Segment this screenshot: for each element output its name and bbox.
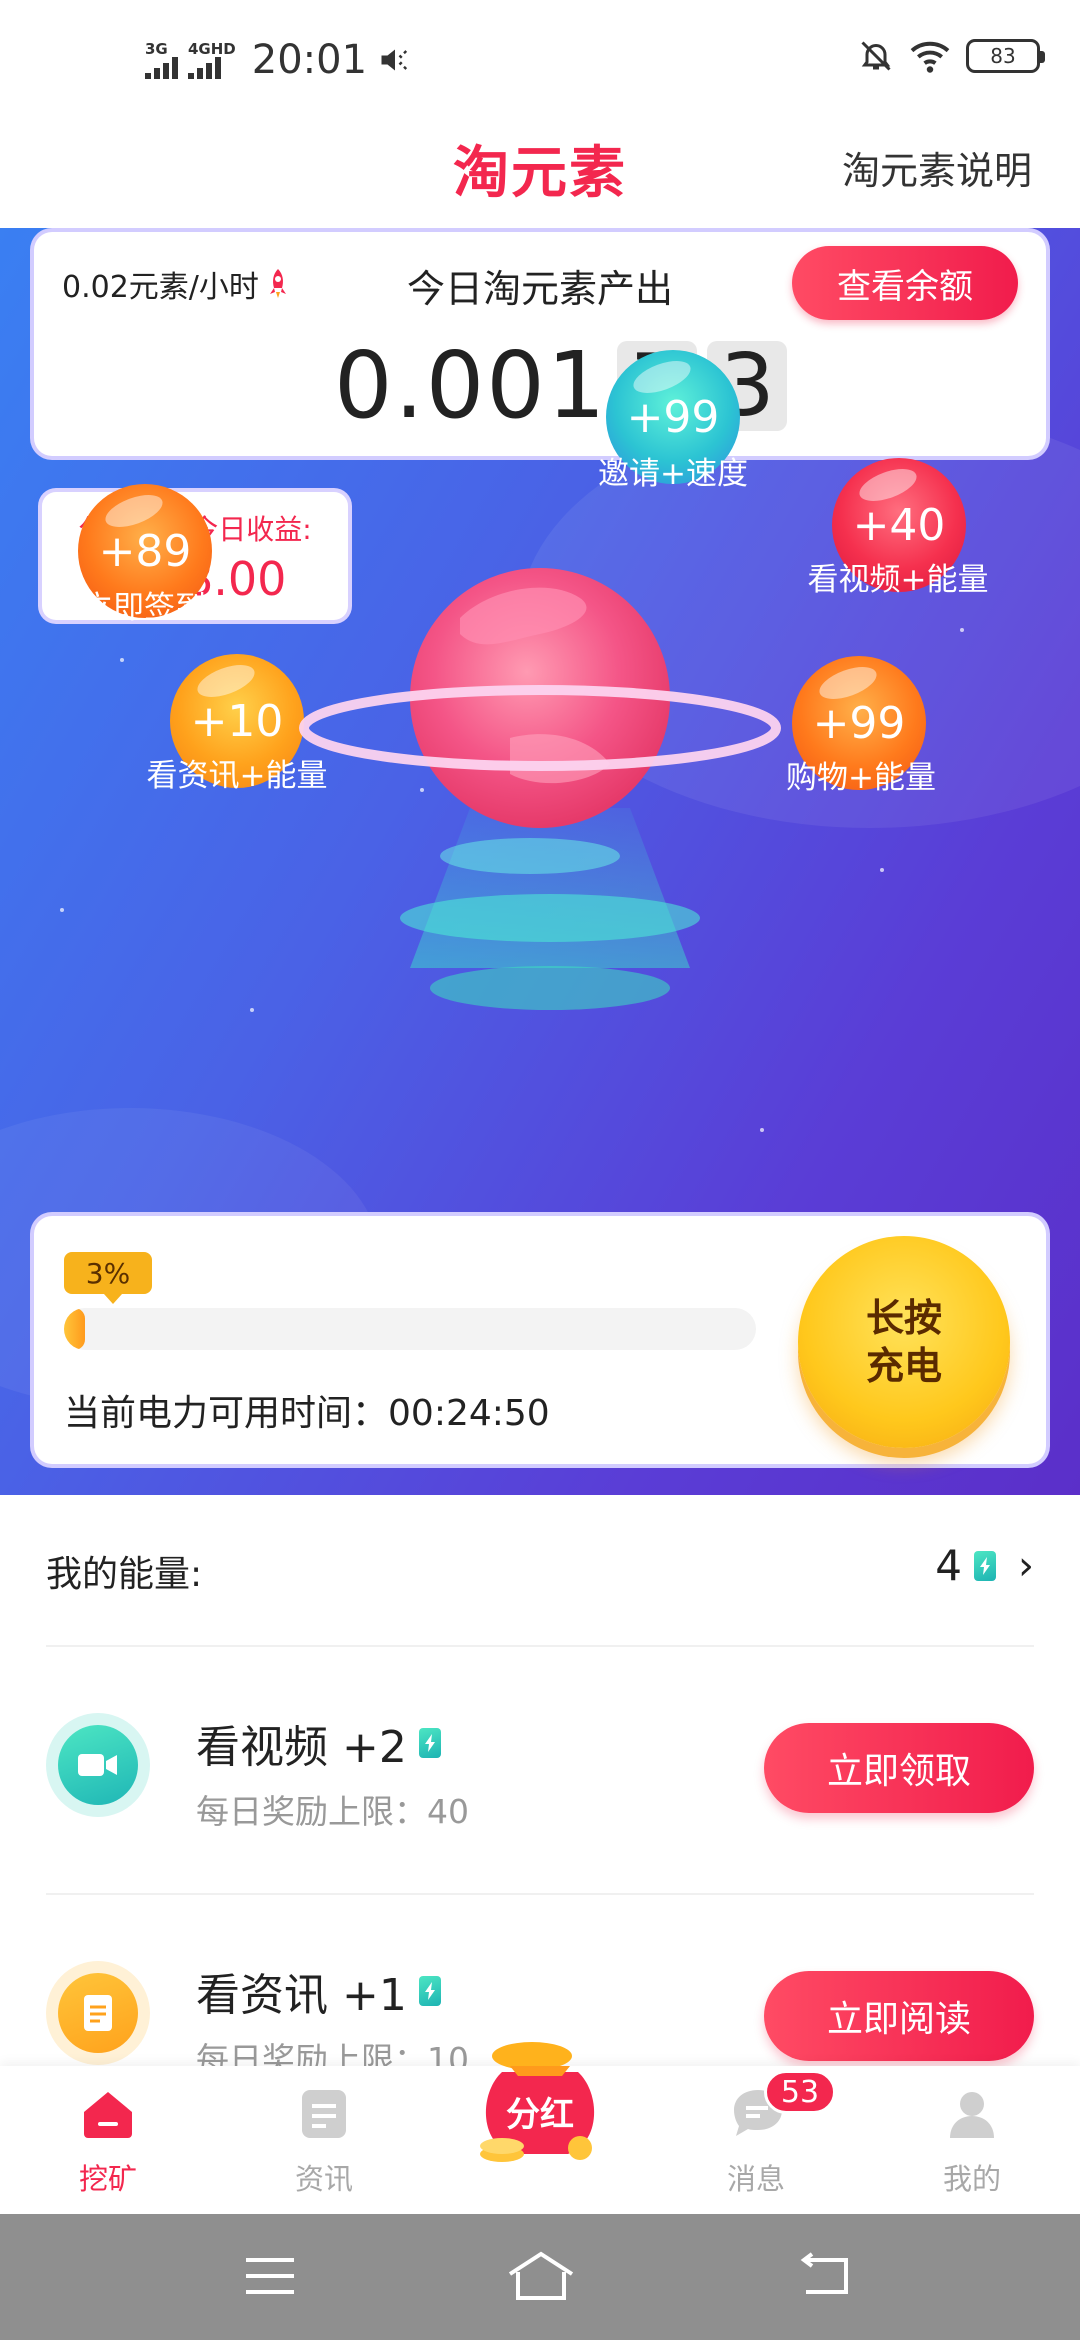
bubble-value: +10	[190, 695, 284, 747]
video-bubble-label: 看视频+能量	[807, 562, 989, 598]
charge-button-line1: 长按	[865, 1296, 942, 1340]
task-subtitle: 每日奖励上限：40	[196, 1792, 469, 1831]
energy-count: 4	[935, 1541, 962, 1590]
explain-link[interactable]: 淘元素说明	[842, 140, 1032, 195]
output-card: 0.02元素/小时 今日淘元素产出 查看余额 0.001 7 3	[30, 228, 1050, 460]
signal-4g-label: 4GHD	[188, 39, 236, 58]
signal-3g-label: 3G	[145, 39, 168, 58]
mining-hero: 0.02元素/小时 今日淘元素产出 查看余额 0.001 7 3 分红矿机今日收…	[0, 228, 1080, 1495]
status-time: 20:01	[251, 37, 368, 83]
status-right: 83	[858, 38, 1045, 74]
app-header: 淘元素 淘元素说明	[0, 118, 1080, 228]
power-time-label: 当前电力可用时间：	[64, 1393, 389, 1434]
wifi-icon	[910, 41, 950, 73]
my-energy-row[interactable]: 我的能量: 4 ›	[0, 1495, 1080, 1645]
task-icon-bg	[46, 1961, 150, 2065]
my-energy-label: 我的能量:	[46, 1554, 203, 1595]
signal-4g-icon: 4GHD	[188, 39, 236, 79]
signin-bubble-label: 立即签到	[82, 590, 206, 626]
view-balance-button[interactable]: 查看余额	[792, 246, 1018, 320]
tab-me-label: 我的	[942, 2162, 1001, 2196]
task-title-text: 看资讯 +1	[196, 1970, 407, 2021]
tab-news-label: 资讯	[294, 2162, 353, 2196]
counter-fixed: 0.001	[334, 332, 608, 439]
task-title-text: 看视频 +2	[196, 1722, 407, 1773]
tab-mining[interactable]: 挖矿	[38, 2084, 178, 2198]
charge-progress-bar	[64, 1308, 756, 1350]
power-time-value: 00:24:50	[388, 1393, 550, 1434]
news-doc-icon	[302, 2090, 346, 2138]
charge-progress-fill	[64, 1308, 85, 1350]
home-icon	[84, 2092, 132, 2138]
bubble-value: +99	[812, 697, 906, 749]
menu-icon[interactable]	[244, 2254, 296, 2298]
battery-bolt-icon	[418, 1728, 441, 1758]
bottom-tab-bar: 挖矿 资讯 分红 消息 我的	[0, 2042, 1080, 2214]
bubble-value: +89	[98, 525, 192, 577]
status-left: 3G 4GHD 20:01	[145, 30, 413, 90]
signal-3g-icon: 3G	[145, 39, 178, 79]
power-time: 当前电力可用时间：00:24:50	[64, 1384, 550, 1436]
task-title: 看资讯 +1	[196, 1959, 441, 2023]
money-bag-icon: 分红	[480, 2042, 595, 2162]
document-icon	[58, 1973, 138, 2053]
tab-news[interactable]: 资讯	[254, 2084, 394, 2198]
bell-off-icon	[861, 41, 891, 71]
planet-illustration	[299, 568, 781, 1010]
battery-bolt-icon	[974, 1550, 996, 1581]
volume-mute-icon	[381, 49, 408, 71]
read-now-button[interactable]: 立即阅读	[764, 1971, 1034, 2061]
tab-me[interactable]: 我的	[902, 2084, 1042, 2198]
charge-button-line2: 充电	[865, 1344, 942, 1388]
bubble-value: +40	[852, 499, 946, 551]
task-row-video: 看视频 +2 每日奖励上限：40 立即领取	[0, 1645, 1080, 1895]
status-bar: 3G 4GHD 20:01 83	[0, 0, 1080, 118]
tab-mining-label: 挖矿	[78, 2162, 137, 2196]
battery-level: 83	[990, 44, 1016, 68]
battery-icon: 83	[966, 39, 1045, 73]
dividend-tab-text: 分红	[506, 2095, 574, 2135]
task-icon-bg	[46, 1713, 150, 1817]
bubble-value: +99	[626, 391, 720, 443]
long-press-charge-button[interactable]: 长按 充电	[798, 1236, 1010, 1448]
user-icon	[950, 2092, 994, 2138]
tab-dividend[interactable]: 分红	[470, 2036, 610, 2180]
system-nav-bar	[0, 2214, 1080, 2340]
charge-card: 3% 当前电力可用时间：00:24:50 长按 充电	[30, 1212, 1050, 1468]
chevron-right-icon: ›	[1018, 1542, 1034, 1589]
back-icon[interactable]	[796, 2252, 852, 2300]
video-camera-icon	[58, 1725, 138, 1805]
battery-bolt-icon	[418, 1976, 441, 2006]
charge-percent-tag: 3%	[64, 1252, 152, 1304]
messages-badge: 53	[764, 2070, 836, 2114]
task-title: 看视频 +2	[196, 1711, 441, 1775]
tab-messages-label: 消息	[726, 2162, 785, 2196]
home-nav-icon[interactable]	[506, 2250, 576, 2302]
my-energy-value: 4 ›	[935, 1541, 1034, 1590]
claim-now-button[interactable]: 立即领取	[764, 1723, 1034, 1813]
